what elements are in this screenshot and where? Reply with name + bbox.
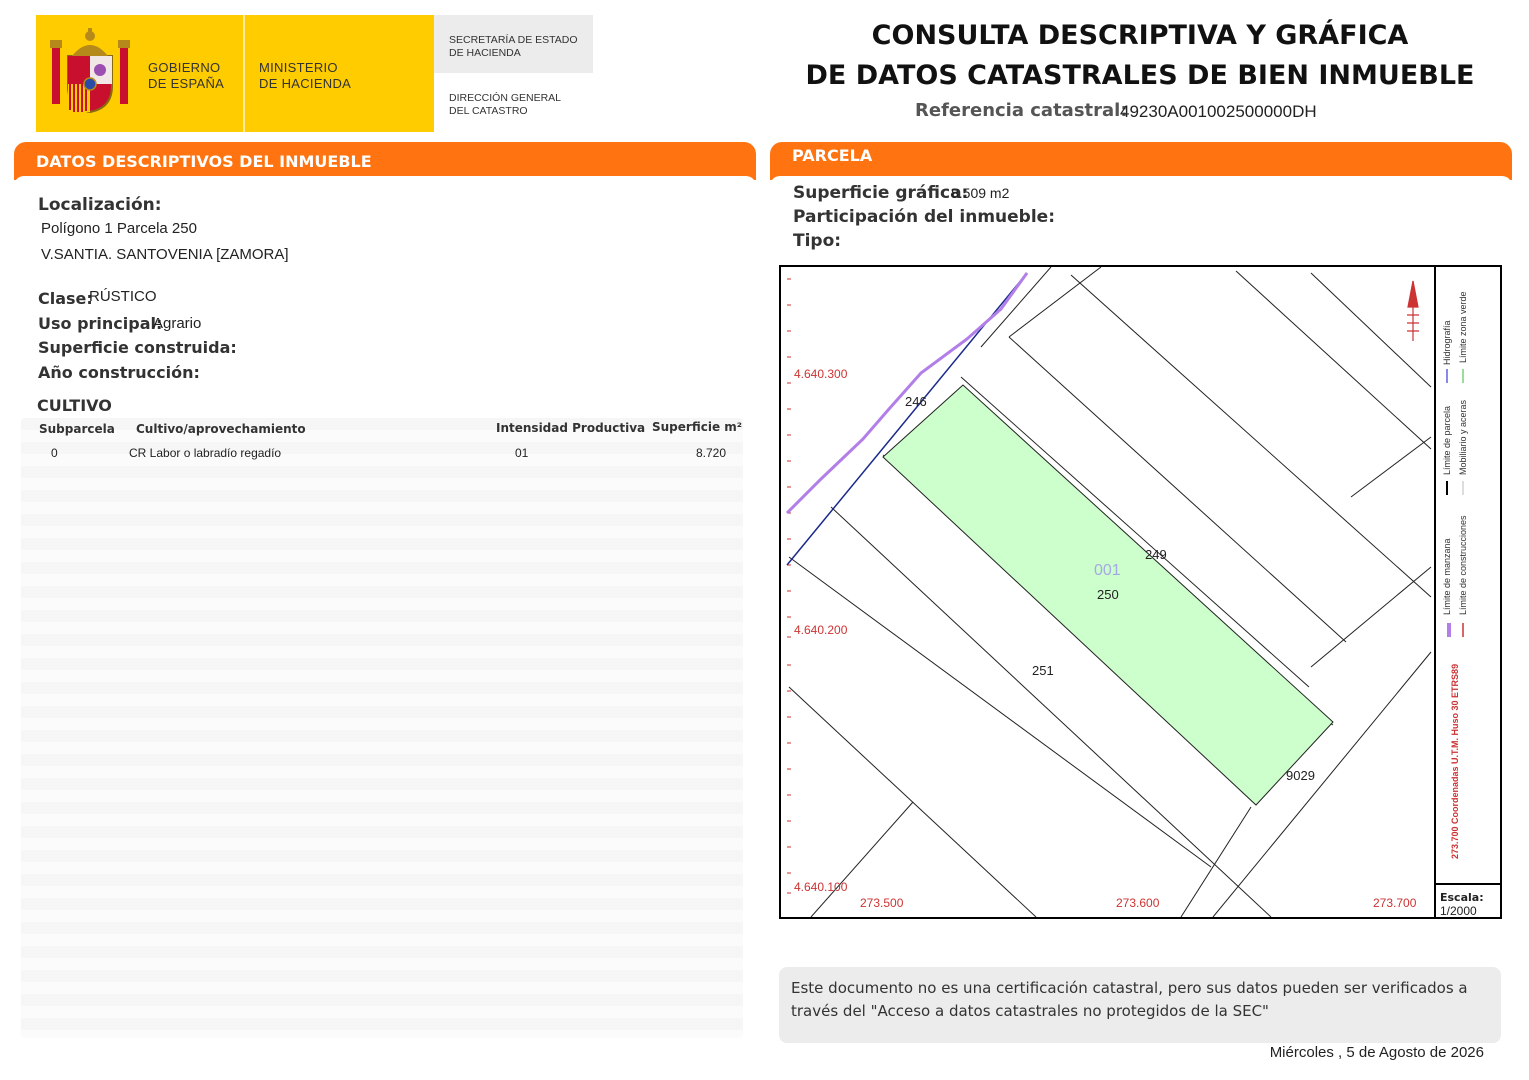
secretaria-text: SECRETARÍA DE ESTADO DE HACIENDA: [449, 34, 578, 60]
legend-mobiliario: Mobiliario y aceras: [1458, 399, 1468, 475]
direccion-line2: DEL CATASTRO: [449, 105, 528, 117]
document-date: Miércoles , 5 de Agosto de 2026: [1269, 1044, 1484, 1061]
secretaria-line1: SECRETARÍA DE ESTADO: [449, 34, 578, 46]
ministerio-text: MINISTERIO DE HACIENDA: [259, 60, 351, 92]
coat-of-arms-icon: [50, 28, 130, 114]
grid-ticks: [787, 278, 791, 894]
ministerio-line2: DE HACIENDA: [259, 76, 352, 91]
x-label-273700: 273.700: [1373, 896, 1417, 910]
parcel-label-9029: 9029: [1286, 768, 1315, 783]
uso-label: Uso principal:: [38, 314, 163, 333]
y-label-4640300: 4.640.300: [794, 367, 848, 381]
table-header-superficie: Superficie m²: [652, 420, 743, 434]
y-label-4640100: 4.640.100: [794, 880, 848, 894]
banner-divider: [243, 15, 245, 132]
referencia-label: Referencia catastral:: [915, 100, 1128, 121]
north-arrow-icon: [1407, 280, 1419, 341]
document-title: CONSULTA DESCRIPTIVA Y GRÁFICA DE DATOS …: [790, 16, 1490, 96]
tipo-label: Tipo:: [793, 231, 842, 251]
table-cell-subparcela: 0: [51, 446, 58, 460]
disclaimer-note: Este documento no es una certificación c…: [779, 967, 1501, 1043]
descriptivos-heading: DATOS DESCRIPTIVOS DEL INMUEBLE: [36, 152, 372, 171]
legend-swatch-manzana: [1447, 623, 1451, 637]
x-label-273600: 273.600: [1116, 896, 1160, 910]
descriptivos-header: DATOS DESCRIPTIVOS DEL INMUEBLE: [14, 142, 756, 186]
scale-box: Escala: 1/2000: [1434, 883, 1502, 919]
ministerio-line1: MINISTERIO: [259, 60, 338, 75]
referencia-value: 49230A001002500000DH: [1120, 102, 1317, 121]
legend-zona-verde: Límite zona verde: [1458, 291, 1468, 363]
parcel-label-001: 001: [1094, 562, 1121, 579]
legend-coords-note: 273.700 Coordenadas U.T.M. Huso 30 ETRS8…: [1450, 664, 1460, 859]
cultivo-table: [21, 418, 743, 1038]
table-header-subparcela: Subparcela: [39, 422, 115, 436]
direccion-text: DIRECCIÓN GENERAL DEL CATASTRO: [449, 92, 561, 118]
direccion-line1: DIRECCIÓN GENERAL: [449, 92, 562, 104]
table-header-intensidad: Intensidad Productiva: [496, 421, 646, 435]
superficie-construida-label: Superficie construida:: [38, 338, 237, 357]
superficie-grafica-value: 8.509 m2: [951, 185, 1010, 201]
parcel-label-246: 246: [905, 394, 927, 409]
table-cell-intensidad: 01: [515, 446, 529, 460]
parcela-heading: PARCELA: [792, 146, 873, 165]
parcel-label-249: 249: [1145, 547, 1167, 562]
localizacion-line1: Polígono 1 Parcela 250: [41, 220, 197, 237]
parcel-label-251: 251: [1032, 663, 1054, 678]
title-line1: CONSULTA DESCRIPTIVA Y GRÁFICA: [871, 20, 1409, 51]
cultivo-heading: CULTIVO: [37, 396, 112, 415]
map-legend: Límite de manzana Límite de parcela Hidr…: [1434, 265, 1502, 919]
superficie-grafica-label: Superficie gráfica:: [793, 183, 969, 203]
legend-limite-manzana: Límite de manzana: [1442, 538, 1452, 615]
anio-construccion-label: Año construcción:: [38, 363, 200, 382]
legend-hidrografia: Hidrografía: [1442, 320, 1452, 365]
scale-value: 1/2000: [1440, 904, 1477, 918]
secretaria-line2: DE HACIENDA: [449, 47, 521, 59]
legend-limite-parcela: Límite de parcela: [1442, 406, 1452, 475]
legend-limite-construcciones: Límite de construcciones: [1458, 515, 1468, 615]
localizacion-line2: V.SANTIA. SANTOVENIA [ZAMORA]: [41, 246, 289, 263]
gobierno-line2: DE ESPAÑA: [148, 76, 225, 91]
table-cell-cultivo: CR Labor o labradío regadío: [129, 446, 282, 460]
localizacion-label: Localización:: [38, 195, 162, 215]
map-drawing: 4.640.300 4.640.200 4.640.100 273.500 27…: [785, 267, 1432, 917]
cadastral-map[interactable]: 4.640.300 4.640.200 4.640.100 273.500 27…: [779, 265, 1502, 919]
participacion-label: Participación del inmueble:: [793, 207, 1056, 227]
table-cell-superficie: 8.720: [696, 446, 727, 460]
clase-value: RÚSTICO: [89, 288, 157, 305]
x-label-273500: 273.500: [860, 896, 904, 910]
legend-drawing: Límite de manzana Límite de parcela Hidr…: [1442, 291, 1468, 859]
gobierno-text: GOBIERNO DE ESPAÑA: [148, 60, 224, 92]
title-line2: DE DATOS CATASTRALES DE BIEN INMUEBLE: [805, 60, 1475, 91]
uso-value: Agrario: [153, 315, 202, 332]
scale-label: Escala:: [1440, 891, 1484, 904]
table-header-cultivo: Cultivo/aprovechamiento: [136, 422, 306, 436]
parcela-header: PARCELA: [770, 142, 1512, 186]
parcel-label-250: 250: [1097, 587, 1119, 602]
gobierno-line1: GOBIERNO: [148, 60, 221, 75]
y-label-4640200: 4.640.200: [794, 623, 848, 637]
clase-label: Clase:: [38, 289, 93, 308]
